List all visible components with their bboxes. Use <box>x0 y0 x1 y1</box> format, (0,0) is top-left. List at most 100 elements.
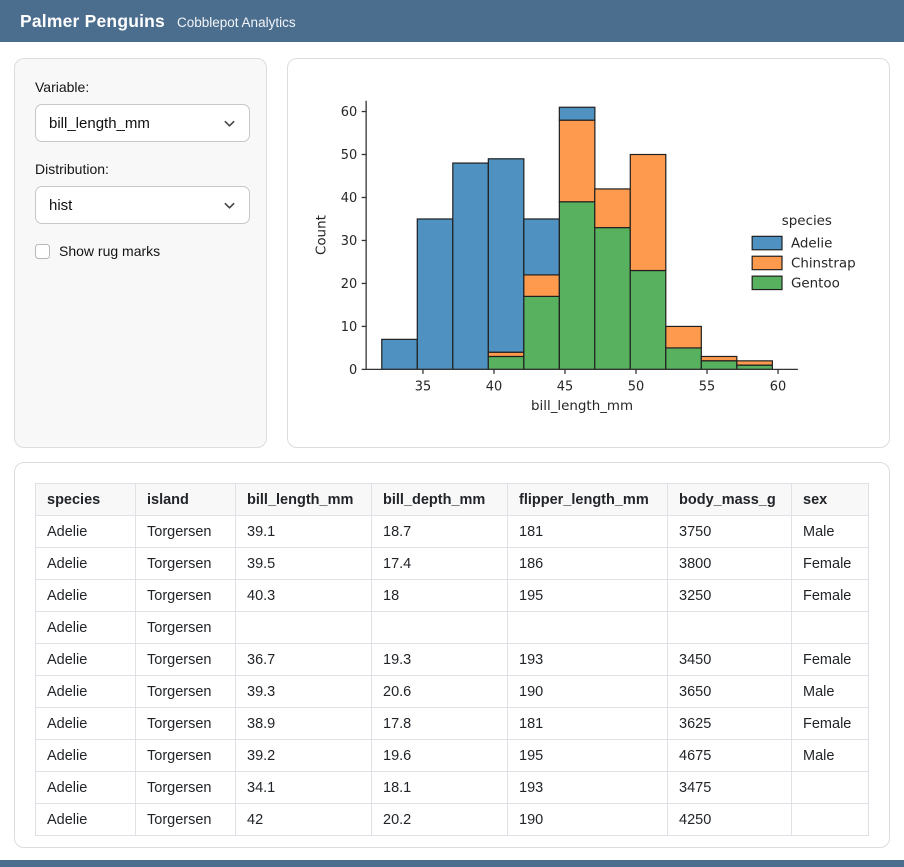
cell-species: Adelie <box>36 580 136 612</box>
rug-marks-label: Show rug marks <box>59 243 160 259</box>
app-header: Palmer Penguins Cobblepot Analytics <box>0 0 904 42</box>
cell-body_mass_g: 3475 <box>668 772 792 804</box>
cell-sex: Female <box>792 708 869 740</box>
histogram-bar-adelie <box>382 339 418 369</box>
cell-sex: Female <box>792 548 869 580</box>
app-subtitle: Cobblepot Analytics <box>177 15 296 30</box>
cell-island: Torgersen <box>136 548 236 580</box>
cell-body_mass_g <box>668 612 792 644</box>
distribution-select[interactable]: hist <box>35 186 250 224</box>
main-content: Variable: bill_length_mm Distribution: h… <box>0 42 904 848</box>
x-tick-label: 60 <box>770 379 786 394</box>
cell-body_mass_g: 3450 <box>668 644 792 676</box>
cell-species: Adelie <box>36 676 136 708</box>
histogram-bar-gentoo <box>595 228 631 370</box>
cell-bill_depth_mm: 17.4 <box>372 548 508 580</box>
x-tick-label: 35 <box>415 379 431 394</box>
cell-sex: Female <box>792 580 869 612</box>
histogram-bar-chinstrap <box>701 356 737 360</box>
penguins-table: speciesislandbill_length_mmbill_depth_mm… <box>35 483 869 836</box>
cell-species: Adelie <box>36 516 136 548</box>
cell-species: Adelie <box>36 772 136 804</box>
column-header-sex: sex <box>792 484 869 516</box>
histogram-bar-chinstrap <box>737 361 773 365</box>
table-row: AdelieTorgersen39.219.61954675Male <box>36 740 869 772</box>
cell-body_mass_g: 3625 <box>668 708 792 740</box>
column-header-flipper_length_mm: flipper_length_mm <box>508 484 668 516</box>
histogram-bar-gentoo <box>701 361 737 370</box>
cell-sex: Male <box>792 516 869 548</box>
table-row: AdelieTorgersen34.118.11933475 <box>36 772 869 804</box>
cell-body_mass_g: 4675 <box>668 740 792 772</box>
cell-bill_length_mm: 39.1 <box>236 516 372 548</box>
cell-bill_depth_mm: 19.3 <box>372 644 508 676</box>
rug-marks-checkbox[interactable] <box>35 244 50 259</box>
cell-bill_depth_mm: 17.8 <box>372 708 508 740</box>
histogram-bar-chinstrap <box>630 155 666 271</box>
cell-bill_length_mm: 36.7 <box>236 644 372 676</box>
column-header-body_mass_g: body_mass_g <box>668 484 792 516</box>
legend-swatch-chinstrap <box>752 256 782 269</box>
legend-swatch-adelie <box>752 236 782 249</box>
variable-select[interactable]: bill_length_mm <box>35 104 250 142</box>
cell-flipper_length_mm: 190 <box>508 676 668 708</box>
cell-species: Adelie <box>36 740 136 772</box>
cell-sex <box>792 804 869 836</box>
table-row: AdelieTorgersen <box>36 612 869 644</box>
cell-bill_length_mm: 39.5 <box>236 548 372 580</box>
footer-bar <box>0 860 904 867</box>
y-tick-label: 60 <box>341 105 357 120</box>
table-row: AdelieTorgersen4220.21904250 <box>36 804 869 836</box>
table-row: AdelieTorgersen40.3181953250Female <box>36 580 869 612</box>
cell-island: Torgersen <box>136 612 236 644</box>
histogram-bar-gentoo <box>559 202 595 370</box>
cell-island: Torgersen <box>136 772 236 804</box>
histogram-bar-adelie <box>524 219 560 275</box>
histogram-bar-adelie <box>559 107 595 120</box>
cell-body_mass_g: 4250 <box>668 804 792 836</box>
histogram-bar-gentoo <box>630 271 666 370</box>
variable-select-value: bill_length_mm <box>49 115 150 132</box>
column-header-island: island <box>136 484 236 516</box>
x-tick-label: 40 <box>486 379 502 394</box>
cell-island: Torgersen <box>136 804 236 836</box>
cell-bill_length_mm: 39.3 <box>236 676 372 708</box>
y-tick-label: 10 <box>341 320 357 335</box>
cell-bill_length_mm: 39.2 <box>236 740 372 772</box>
cell-island: Torgersen <box>136 644 236 676</box>
cell-bill_depth_mm: 18.7 <box>372 516 508 548</box>
histogram-chart: 0102030405060354045505560bill_length_mmC… <box>288 59 889 447</box>
cell-flipper_length_mm: 186 <box>508 548 668 580</box>
table-row: AdelieTorgersen39.320.61903650Male <box>36 676 869 708</box>
controls-sidebar: Variable: bill_length_mm Distribution: h… <box>14 58 267 448</box>
cell-body_mass_g: 3650 <box>668 676 792 708</box>
histogram-bar-chinstrap <box>666 326 702 347</box>
table-row: AdelieTorgersen38.917.81813625Female <box>36 708 869 740</box>
cell-flipper_length_mm: 195 <box>508 580 668 612</box>
app-page: Palmer Penguins Cobblepot Analytics Vari… <box>0 0 904 867</box>
histogram-bar-chinstrap <box>524 275 560 296</box>
histogram-bar-gentoo <box>524 296 560 369</box>
cell-flipper_length_mm: 181 <box>508 708 668 740</box>
cell-sex: Male <box>792 740 869 772</box>
histogram-bar-gentoo <box>488 356 524 369</box>
cell-bill_depth_mm: 20.2 <box>372 804 508 836</box>
cell-flipper_length_mm: 195 <box>508 740 668 772</box>
x-tick-label: 45 <box>557 379 573 394</box>
cell-sex: Female <box>792 644 869 676</box>
cell-island: Torgersen <box>136 708 236 740</box>
histogram-bar-adelie <box>453 163 489 369</box>
cell-species: Adelie <box>36 708 136 740</box>
data-table-card: speciesislandbill_length_mmbill_depth_mm… <box>14 462 890 848</box>
legend-swatch-gentoo <box>752 276 782 289</box>
histogram-card: 0102030405060354045505560bill_length_mmC… <box>287 58 890 448</box>
table-body: AdelieTorgersen39.118.71813750MaleAdelie… <box>36 516 869 836</box>
cell-species: Adelie <box>36 804 136 836</box>
table-row: AdelieTorgersen39.517.41863800Female <box>36 548 869 580</box>
variable-label: Variable: <box>35 79 250 95</box>
cell-bill_depth_mm: 18.1 <box>372 772 508 804</box>
cell-bill_length_mm <box>236 612 372 644</box>
table-row: AdelieTorgersen39.118.71813750Male <box>36 516 869 548</box>
histogram-bar-chinstrap <box>595 189 631 228</box>
legend-label-adelie: Adelie <box>791 237 832 252</box>
